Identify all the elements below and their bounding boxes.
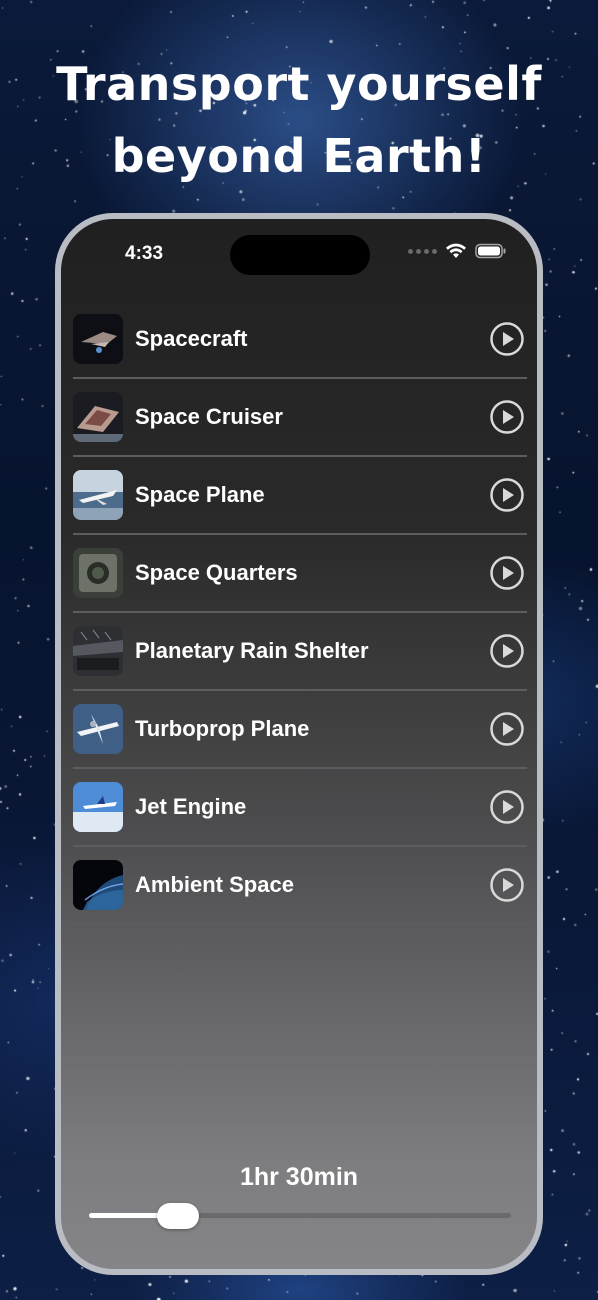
- headline-line-2: beyond Earth!: [111, 129, 487, 183]
- sound-row-turboprop-plane[interactable]: Turboprop Plane: [73, 691, 527, 769]
- sound-label: Turboprop Plane: [135, 716, 310, 741]
- play-icon[interactable]: [489, 321, 525, 357]
- status-indicators: [408, 243, 507, 259]
- play-icon[interactable]: [489, 399, 525, 435]
- sound-label: Jet Engine: [135, 794, 247, 819]
- turboprop-thumbnail: [73, 704, 123, 754]
- phone-screen: 4:33 Spacecraft Space Cruiser Space Plane S…: [61, 219, 537, 1269]
- sound-row-space-cruiser[interactable]: Space Cruiser: [73, 379, 527, 457]
- sound-label: Space Cruiser: [135, 404, 283, 429]
- cellular-signal-icon: [408, 248, 437, 254]
- sound-label: Spacecraft: [135, 326, 248, 351]
- shelter-thumbnail: [73, 626, 123, 676]
- sound-label: Space Plane: [135, 482, 265, 507]
- jet-thumbnail: [73, 782, 123, 832]
- timer-label: 1hr 30min: [239, 1163, 359, 1191]
- sound-label: Planetary Rain Shelter: [135, 638, 369, 663]
- plane-thumbnail: [73, 470, 123, 520]
- play-icon[interactable]: [489, 555, 525, 591]
- play-icon[interactable]: [489, 633, 525, 669]
- promo-headline: Transport yourself beyond Earth!: [0, 48, 598, 192]
- slider-knob[interactable]: [157, 1203, 200, 1229]
- play-icon[interactable]: [489, 867, 525, 903]
- sound-label: Ambient Space: [135, 872, 294, 897]
- play-icon[interactable]: [489, 711, 525, 747]
- sound-row-jet-engine[interactable]: Jet Engine: [73, 769, 527, 847]
- cruiser-thumbnail: [73, 392, 123, 442]
- phone-frame: 4:33 Spacecraft Space Cruiser Space Plane S…: [55, 213, 543, 1275]
- battery-icon: [475, 243, 506, 259]
- sound-row-spacecraft[interactable]: Spacecraft: [73, 301, 527, 379]
- sound-row-planetary-rain-shelter[interactable]: Planetary Rain Shelter: [73, 613, 527, 691]
- spacecraft-thumbnail: [73, 314, 123, 364]
- play-icon[interactable]: [489, 477, 525, 513]
- wifi-icon: [446, 243, 466, 258]
- status-time: 4:33: [125, 243, 164, 264]
- quarters-thumbnail: [73, 548, 123, 598]
- sound-row-ambient-space[interactable]: Ambient Space: [73, 847, 527, 925]
- timer-slider[interactable]: [89, 1203, 511, 1229]
- earth-thumbnail: [73, 860, 123, 910]
- sound-label: Space Quarters: [135, 560, 298, 585]
- dynamic-island: [230, 235, 370, 275]
- sound-row-space-plane[interactable]: Space Plane: [73, 457, 527, 535]
- sound-list: Spacecraft Space Cruiser Space Plane Space …: [73, 301, 527, 925]
- sound-row-space-quarters[interactable]: Space Quarters: [73, 535, 527, 613]
- play-icon[interactable]: [489, 789, 525, 825]
- headline-line-1: Transport yourself: [56, 57, 542, 111]
